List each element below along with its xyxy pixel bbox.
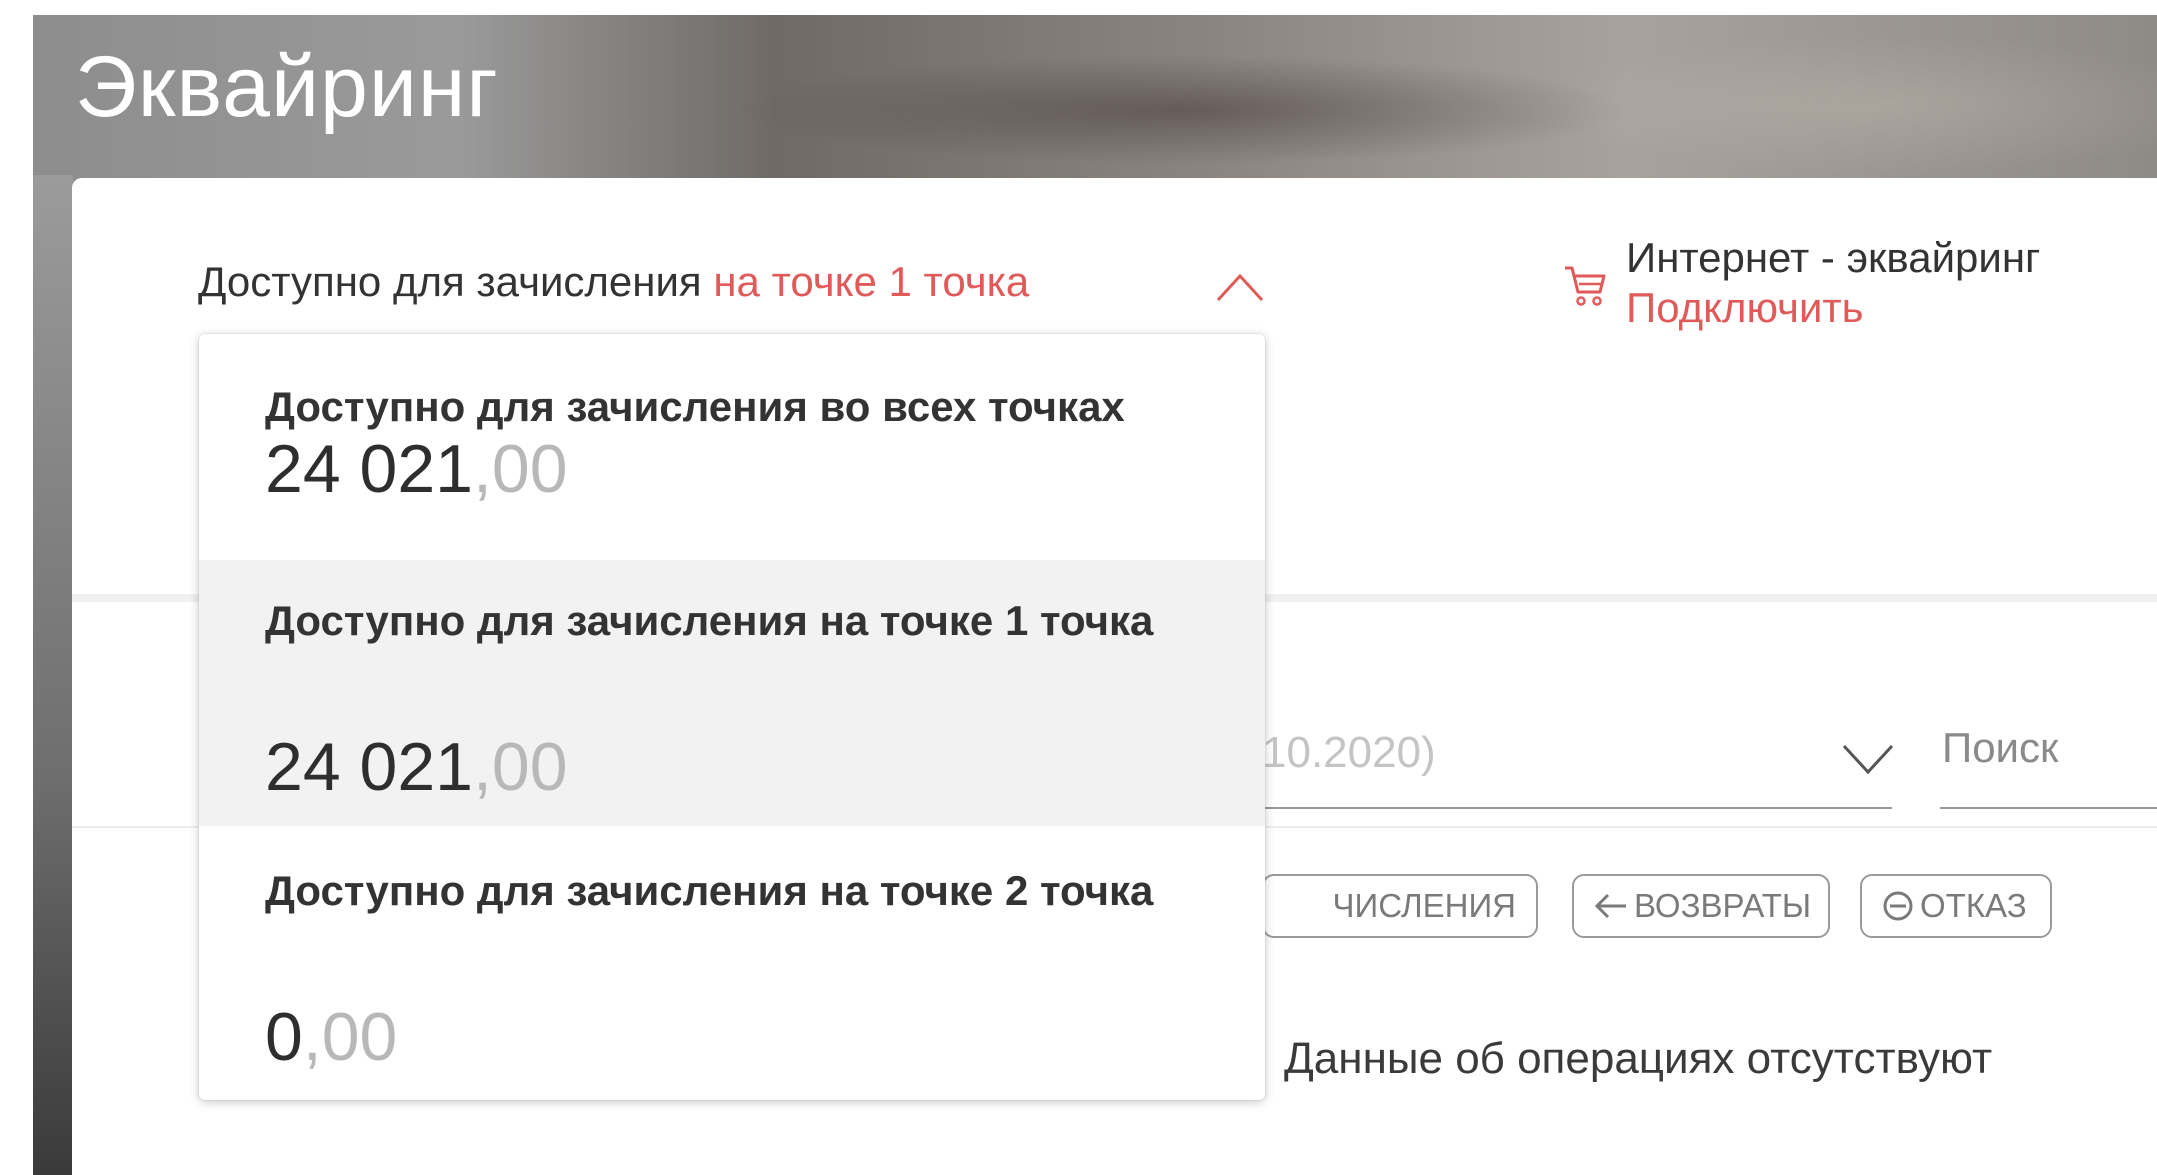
- amount-integer: 0: [265, 999, 303, 1075]
- filter-chip-returns[interactable]: ВОЗВРАТЫ: [1572, 874, 1830, 938]
- balance-dropdown: Доступно для зачисления во всех точках 2…: [199, 334, 1265, 1100]
- balance-selector-value: на точке 1 точка: [713, 258, 1030, 305]
- amount-integer: 24 021: [265, 431, 473, 507]
- connect-link[interactable]: Подключить: [1626, 284, 1864, 332]
- amount-integer: 24 021: [265, 729, 473, 805]
- dropdown-option-label: Доступно для зачисления на точке 2 точка: [265, 867, 1154, 914]
- dropdown-option-point-2[interactable]: Доступно для зачисления на точке 2 точка…: [199, 826, 1265, 1100]
- dropdown-option-all[interactable]: Доступно для зачисления во всех точках 2…: [199, 334, 1265, 560]
- page-title: Эквайринг: [75, 39, 499, 135]
- background-blur: [1533, 35, 2157, 175]
- balance-selector-prefix: Доступно для зачисления: [198, 258, 702, 305]
- amount-fraction: ,00: [302, 999, 398, 1075]
- filter-chip-credits[interactable]: ЧИСЛЕНИЯ: [1262, 874, 1538, 938]
- cart-icon: [1565, 266, 1606, 306]
- minus-circle-icon: [1882, 890, 1914, 922]
- balance-selector-label[interactable]: Доступно для зачисления на точке 1 точка: [198, 258, 1029, 306]
- chevron-up-icon[interactable]: [1214, 266, 1266, 306]
- amount-fraction: ,00: [472, 729, 568, 805]
- background-blur: [733, 55, 1633, 165]
- dropdown-option-amount: 0,00: [265, 998, 397, 1076]
- filter-chip-label: ВОЗВРАТЫ: [1634, 887, 1812, 924]
- search-input[interactable]: Поиск: [1942, 724, 2058, 772]
- dropdown-option-point-1[interactable]: Доступно для зачисления на точке 1 точка…: [199, 560, 1265, 826]
- amount-fraction: ,00: [472, 431, 568, 507]
- dropdown-option-label: Доступно для зачисления на точке 1 точка: [265, 597, 1154, 644]
- search-input-underline: [1940, 807, 2157, 809]
- filter-chip-label: ЧИСЛЕНИЯ: [1332, 887, 1517, 924]
- internet-acquiring-title: Интернет - эквайринг: [1626, 234, 2041, 281]
- empty-operations-message: Данные об операциях отсутствуют: [1284, 1034, 1993, 1083]
- dropdown-option-amount: 24 021,00: [265, 430, 568, 508]
- arrow-left-icon: [1594, 891, 1628, 921]
- filter-chip-declines[interactable]: ОТКАЗ: [1860, 874, 2052, 938]
- dropdown-option-label: Доступно для зачисления во всех точках: [265, 383, 1125, 430]
- dropdown-option-amount: 24 021,00: [265, 728, 568, 806]
- period-field-underline: [1262, 807, 1892, 809]
- background-edge: [33, 175, 73, 1175]
- period-field-value[interactable]: 10.2020): [1262, 728, 1436, 778]
- chevron-down-icon[interactable]: [1840, 738, 1896, 778]
- filter-chip-label: ОТКАЗ: [1920, 887, 2027, 924]
